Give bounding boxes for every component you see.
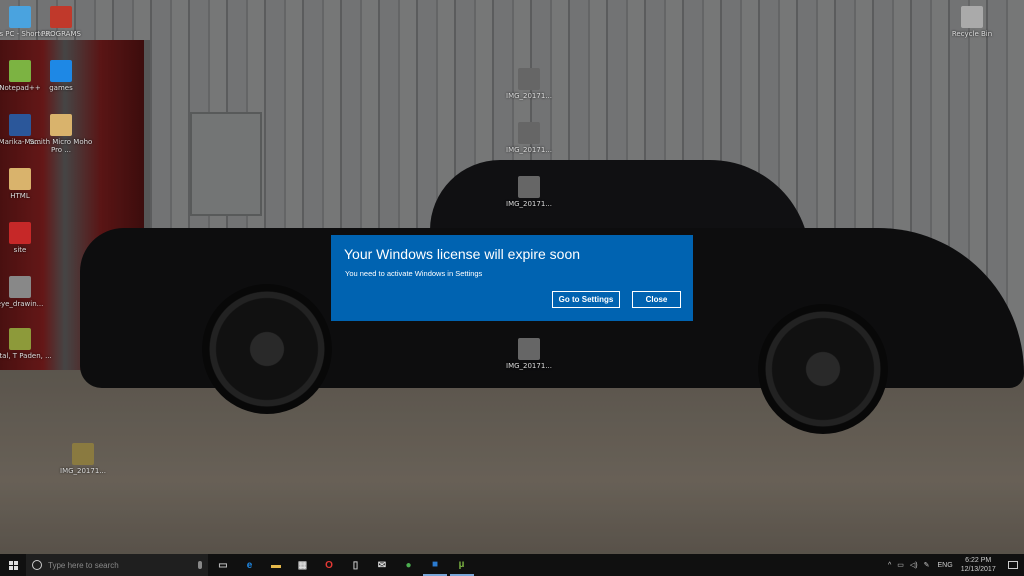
desktop-icon-label: eye_drawin... — [0, 300, 44, 308]
license-expiry-dialog: Your Windows license will expire soon Yo… — [331, 235, 693, 321]
clock[interactable]: 6:22 PM 12/13/2017 — [961, 556, 996, 574]
desktop-icon-label: Portal, T Paden, ... — [0, 352, 52, 360]
search-box[interactable]: Type here to search — [26, 554, 208, 576]
folder-icon — [50, 60, 72, 82]
clock-date: 12/13/2017 — [960, 566, 996, 573]
chrome-icon[interactable]: ● — [397, 554, 421, 576]
desktop-icon[interactable]: HTML — [0, 168, 57, 200]
image-icon — [9, 276, 31, 298]
store-icon[interactable]: ▦ — [291, 554, 315, 576]
search-placeholder: Type here to search — [48, 560, 119, 570]
image-icon — [518, 68, 540, 90]
desktop-icon-label: Smith Micro Moho Pro ... — [29, 138, 93, 154]
desktop-icon[interactable]: Portal, T Paden, ... — [0, 328, 57, 360]
windows-logo-icon — [8, 560, 18, 570]
desktop-icon[interactable]: IMG_20171... — [492, 68, 566, 100]
desktop-icon[interactable]: site — [0, 222, 57, 254]
programs-icon — [50, 6, 72, 28]
network-icon[interactable]: ▭ — [897, 561, 904, 569]
desktop-icon-label: IMG_20171... — [506, 92, 552, 100]
folder-icon — [9, 168, 31, 190]
desktop-icon-label: PROGRAMS — [41, 30, 81, 38]
go-to-settings-button[interactable]: Go to Settings — [552, 291, 620, 308]
dialog-title: Your Windows license will expire soon — [344, 246, 581, 262]
microphone-icon[interactable] — [198, 561, 202, 569]
image-icon — [518, 122, 540, 144]
desktop-icon-label: games — [49, 84, 73, 92]
folder-icon — [50, 114, 72, 136]
document-icon[interactable]: ▯ — [344, 554, 368, 576]
mail-icon[interactable]: ✉ — [370, 554, 394, 576]
desktop-icon[interactable]: IMG_20171... — [492, 122, 566, 154]
task-view-icon[interactable]: ▭ — [211, 554, 235, 576]
desktop-icon-label: site — [13, 246, 27, 254]
dialog-message: You need to activate Windows in Settings — [345, 269, 483, 278]
video-icon — [72, 443, 94, 465]
folder-icon — [9, 222, 31, 244]
action-center-icon[interactable] — [1007, 561, 1018, 569]
app-icon[interactable]: ■ — [423, 554, 447, 576]
pen-icon[interactable]: ✎ — [924, 561, 930, 569]
desktop-icon[interactable]: eye_drawin... — [0, 276, 57, 308]
taskbar: Type here to search ▭ e ▬ ▦ O ▯ ✉ ● ■ µ ^ ▭ ◁) ✎ … — [0, 554, 1024, 576]
utorrent-icon[interactable]: µ — [449, 554, 474, 576]
image-icon — [9, 328, 31, 350]
desktop-icon-label: Recycle Bin — [951, 30, 993, 38]
close-button[interactable]: Close — [632, 291, 681, 308]
desktop-icon[interactable]: IMG_20171... — [492, 176, 566, 208]
desktop-icon-label: IMG_20171... — [60, 467, 106, 475]
volume-icon[interactable]: ◁) — [910, 561, 918, 569]
desktop-icon[interactable]: Smith Micro Moho Pro ... — [24, 114, 98, 154]
desktop-icon[interactable]: Recycle Bin — [935, 6, 1009, 38]
desktop-icon[interactable]: PROGRAMS — [24, 6, 98, 38]
opera-icon[interactable]: O — [317, 554, 341, 576]
cortana-icon — [32, 560, 42, 570]
recycle-bin-icon — [961, 6, 983, 28]
desktop-icon[interactable]: games — [24, 60, 98, 92]
edge-icon[interactable]: e — [238, 554, 262, 576]
desktop-icon[interactable]: IMG_20171... — [46, 443, 120, 475]
language-indicator[interactable]: ENG — [938, 562, 953, 569]
desktop-icon-label: IMG_20171... — [506, 200, 552, 208]
show-hidden-icons-chevron-icon[interactable]: ^ — [888, 562, 891, 569]
system-tray: ^ ▭ ◁) ✎ ENG 6:22 PM 12/13/2017 — [888, 554, 1018, 576]
desktop-icon-label: IMG_20171... — [506, 146, 552, 154]
image-icon — [518, 338, 540, 360]
desktop-icon-label: IMG_20171... — [506, 362, 552, 370]
image-icon — [518, 176, 540, 198]
clock-time: 6:22 PM — [965, 557, 992, 564]
desktop-icon-label: HTML — [10, 192, 30, 200]
desktop-icon[interactable]: IMG_20171... — [492, 338, 566, 370]
start-button[interactable] — [0, 554, 26, 576]
file-explorer-icon[interactable]: ▬ — [264, 554, 288, 576]
